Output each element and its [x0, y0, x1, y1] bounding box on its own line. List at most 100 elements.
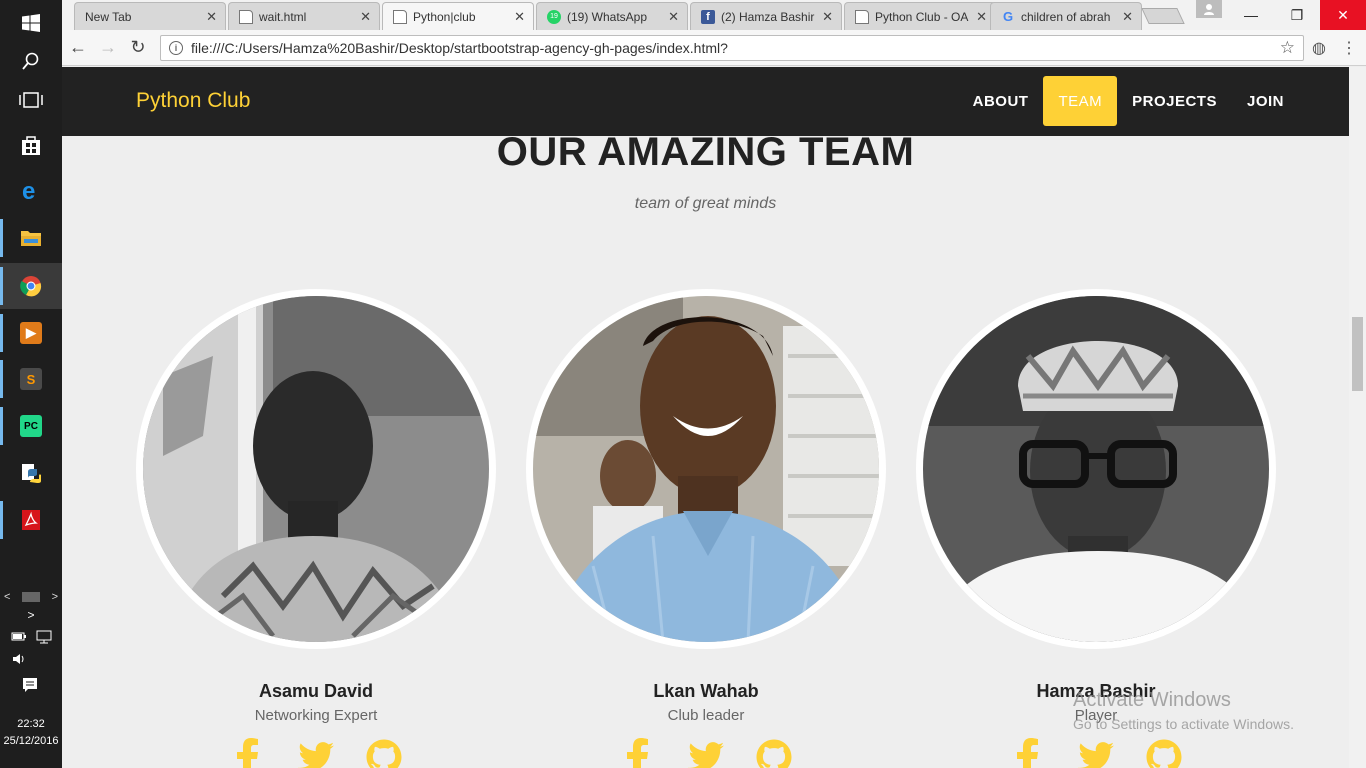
minimize-icon: —: [1244, 7, 1258, 23]
github-icon[interactable]: [1145, 738, 1183, 768]
member-social-links: [136, 738, 496, 768]
reload-icon: ↻: [130, 37, 146, 57]
tab-wait-html[interactable]: wait.html ✕: [228, 2, 380, 30]
close-window-button[interactable]: ✕: [1320, 0, 1366, 30]
taskbar-clock[interactable]: 22:32 25/12/2016: [0, 716, 62, 750]
address-url[interactable]: file:///C:/Users/Hamza%20Bashir/Desktop/…: [191, 40, 1280, 56]
page-viewport: Python Club ABOUT TEAM PROJECTS JOIN OUR…: [62, 67, 1349, 768]
nav-about[interactable]: ABOUT: [958, 76, 1044, 126]
extension-button[interactable]: ◍: [1304, 34, 1334, 62]
taskbar-pycharm[interactable]: PC: [0, 403, 62, 449]
tray-expand-button[interactable]: >: [0, 608, 62, 622]
tab-title: (19) WhatsApp: [567, 9, 648, 24]
tab-close-icon[interactable]: ✕: [668, 9, 679, 25]
site-brand[interactable]: Python Club: [136, 89, 250, 113]
store-icon: [22, 136, 40, 155]
github-icon[interactable]: [755, 738, 793, 768]
twitter-icon[interactable]: [297, 738, 335, 768]
minimize-button[interactable]: —: [1228, 0, 1274, 30]
watermark-subtitle: Go to Settings to activate Windows.: [1073, 716, 1294, 732]
restore-button[interactable]: ❐: [1274, 0, 1320, 30]
windows-logo-icon: [22, 14, 40, 32]
battery-icon[interactable]: [11, 630, 27, 642]
taskbar-store[interactable]: [0, 122, 62, 168]
back-button[interactable]: ←: [64, 34, 92, 62]
tab-close-icon[interactable]: ✕: [822, 9, 833, 25]
facebook-icon[interactable]: [229, 738, 267, 768]
taskbar-python[interactable]: [0, 450, 62, 496]
taskbar-sublime[interactable]: S: [0, 356, 62, 402]
whatsapp-icon: 19: [547, 9, 561, 24]
tab-title: (2) Hamza Bashir: [721, 9, 815, 24]
member-photo: [526, 289, 886, 649]
task-view-button[interactable]: [0, 77, 62, 123]
browser-toolbar: ← → ↻ i file:///C:/Users/Hamza%20Bashir/…: [62, 30, 1366, 66]
taskbar-media-player[interactable]: ▶: [0, 310, 62, 356]
team-member-card: Lkan Wahab Club leader: [526, 289, 886, 768]
bookmark-star-icon[interactable]: ☆: [1280, 38, 1295, 58]
profile-user-icon[interactable]: [1196, 0, 1222, 18]
tab-python-club-oa[interactable]: Python Club - OA ✕: [844, 2, 996, 30]
member-role: Club leader: [667, 707, 745, 724]
document-icon: [239, 9, 253, 24]
action-center-icon[interactable]: [0, 677, 62, 696]
taskbar-scroll-right[interactable]: >: [52, 591, 58, 603]
member-photo: [916, 289, 1276, 649]
tab-python-club[interactable]: Python|club ✕: [382, 2, 534, 30]
menu-dots-icon: ⋮: [1341, 39, 1357, 57]
tab-close-icon[interactable]: ✕: [514, 9, 525, 25]
reload-button[interactable]: ↻: [124, 34, 152, 62]
twitter-icon[interactable]: [687, 738, 725, 768]
address-bar[interactable]: i file:///C:/Users/Hamza%20Bashir/Deskto…: [160, 34, 1304, 61]
page-scrollbar[interactable]: [1349, 67, 1366, 768]
nav-join[interactable]: JOIN: [1232, 76, 1299, 126]
twitter-icon[interactable]: [1077, 738, 1115, 768]
new-tab-button[interactable]: [1141, 8, 1185, 24]
edge-icon: e: [22, 179, 35, 203]
tab-title: children of abrah: [1021, 9, 1111, 24]
whatsapp-badge: 19: [550, 13, 558, 20]
facebook-icon[interactable]: [1009, 738, 1047, 768]
site-nav-links: ABOUT TEAM PROJECTS JOIN: [958, 76, 1299, 126]
taskbar-scroll-left[interactable]: <: [4, 591, 10, 603]
network-icon[interactable]: [36, 630, 52, 644]
tab-new-tab[interactable]: New Tab ✕: [74, 2, 226, 30]
sublime-icon: S: [20, 368, 42, 390]
taskbar-scroll-thumb[interactable]: [22, 592, 40, 602]
taskbar-scroller: < >: [0, 588, 62, 606]
tab-close-icon[interactable]: ✕: [976, 9, 987, 25]
forward-button[interactable]: →: [94, 34, 122, 62]
tab-facebook[interactable]: f (2) Hamza Bashir ✕: [690, 2, 842, 30]
tab-close-icon[interactable]: ✕: [360, 9, 371, 25]
site-info-icon[interactable]: i: [169, 40, 183, 55]
search-icon: [22, 52, 39, 70]
tab-google-search[interactable]: G children of abrah ✕: [990, 2, 1142, 30]
member-social-links: [916, 738, 1276, 768]
nav-projects[interactable]: PROJECTS: [1117, 76, 1232, 126]
nav-team[interactable]: TEAM: [1043, 76, 1118, 126]
task-view-icon: [19, 92, 43, 108]
svg-text:e: e: [22, 179, 35, 203]
member-role: Networking Expert: [254, 707, 378, 724]
taskbar-edge[interactable]: e: [0, 168, 62, 214]
tab-close-icon[interactable]: ✕: [1122, 9, 1133, 25]
github-icon[interactable]: [365, 738, 403, 768]
python-icon: [22, 464, 41, 483]
taskbar-acrobat[interactable]: [0, 497, 62, 543]
tab-whatsapp[interactable]: 19 (19) WhatsApp ✕: [536, 2, 688, 30]
back-arrow-icon: ←: [69, 37, 87, 57]
clock-date: 25/12/2016: [3, 735, 59, 747]
tab-title: Python|club: [413, 9, 476, 24]
team-section-subheading: team of great minds: [634, 195, 777, 212]
tab-close-icon[interactable]: ✕: [206, 9, 217, 25]
chrome-menu-button[interactable]: ⋮: [1334, 34, 1364, 62]
member-photo: [136, 289, 496, 649]
windows-activation-watermark: Activate Windows Go to Settings to activ…: [1073, 689, 1294, 732]
taskbar-chrome[interactable]: [0, 263, 62, 309]
chrome-icon: [20, 276, 42, 297]
pdf-icon: [22, 510, 40, 530]
scrollbar-thumb[interactable]: [1352, 317, 1363, 391]
volume-icon[interactable]: [0, 652, 62, 669]
facebook-icon[interactable]: [619, 738, 657, 768]
taskbar-file-explorer[interactable]: [0, 215, 62, 261]
